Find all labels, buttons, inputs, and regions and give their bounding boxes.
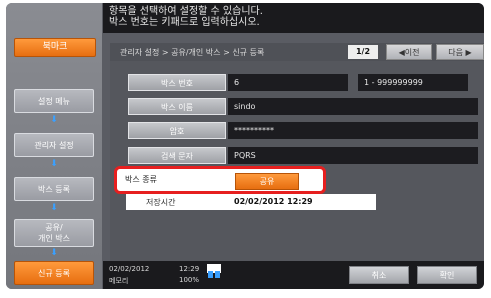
search-text-field[interactable]: PQRS (228, 147, 478, 164)
search-text-row: 검색 문자 PQRS (128, 147, 478, 164)
sidebar-item-admin-settings[interactable]: 관리자 설정 (14, 133, 94, 157)
status-bar: 02/02/2012 메모리 12:29 100% 취소 확인 (103, 261, 484, 289)
down-arrow-icon: ⬇ (50, 248, 58, 258)
search-text-button[interactable]: 검색 문자 (128, 147, 226, 164)
box-name-row: 박스 이름 sindo (128, 98, 478, 115)
box-number-row: 박스 번호 6 1 - 999999999 (128, 74, 468, 91)
memory-value: 100% (179, 276, 200, 284)
down-arrow-icon: ⬇ (50, 159, 58, 169)
sidebar-item-label: 설정 메뉴 (38, 96, 70, 106)
down-arrow-icon: ⬇ (50, 115, 58, 125)
network-icon (207, 264, 221, 278)
ok-button[interactable]: 확인 (417, 266, 477, 284)
breadcrumb-bar: 관리자 설정 > 공유/개인 박스 > 신규 등록 1/2 ◀이전 다음 ▶ (110, 43, 484, 62)
next-page-button[interactable]: 다음 ▶ (436, 44, 484, 60)
box-number-range: 1 - 999999999 (358, 74, 468, 91)
down-arrow-icon: ⬇ (50, 203, 58, 213)
box-type-label: 박스 종류 (125, 175, 157, 184)
status-date: 02/02/2012 (109, 265, 150, 273)
sidebar-item-shared-personal-box[interactable]: 공유/ 개인 박스 (14, 219, 94, 247)
sidebar-item-label: 공유/ 개인 박스 (38, 223, 70, 243)
sidebar-item-label: 박스 등록 (38, 184, 70, 194)
box-name-field[interactable]: sindo (228, 98, 478, 115)
instruction-line-2: 박스 번호는 키패드로 입력하십시오. (109, 17, 260, 28)
password-button[interactable]: 암호 (128, 122, 226, 139)
sidebar-item-new-registration[interactable]: 신규 등록 (14, 261, 94, 285)
password-field[interactable]: ********** (228, 122, 478, 139)
save-time-row: 저장시간 02/02/2012 12:29 (126, 194, 376, 210)
box-number-field[interactable]: 6 (228, 74, 348, 91)
save-time-value: 02/02/2012 12:29 (234, 197, 313, 206)
box-type-button[interactable]: 공유 (235, 173, 299, 190)
box-type-row: 박스 종류 공유 (114, 166, 326, 194)
cancel-button[interactable]: 취소 (349, 266, 409, 284)
prev-page-button[interactable]: ◀이전 (386, 44, 432, 60)
box-number-button[interactable]: 박스 번호 (128, 74, 226, 91)
bookmark-button[interactable]: 북마크 (14, 38, 96, 57)
sidebar-item-settings-menu[interactable]: 설정 메뉴 (14, 89, 94, 113)
control-panel: 북마크 설정 메뉴 ⬇ 관리자 설정 ⬇ 박스 등록 ⬇ 공유/ 개인 박스 ⬇… (6, 3, 484, 289)
password-row: 암호 ********** (128, 122, 478, 139)
sidebar-item-box-registration[interactable]: 박스 등록 (14, 177, 94, 201)
breadcrumb: 관리자 설정 > 공유/개인 박스 > 신규 등록 (120, 48, 265, 57)
form-area: 박스 번호 6 1 - 999999999 박스 이름 sindo 암호 ***… (110, 61, 484, 261)
save-time-label: 저장시간 (146, 198, 176, 207)
box-name-button[interactable]: 박스 이름 (128, 98, 226, 115)
instruction-message: 항목을 선택하여 설정할 수 있습니다. 박스 번호는 키패드로 입력하십시오. (103, 3, 484, 33)
instruction-line-1: 항목을 선택하여 설정할 수 있습니다. (109, 6, 263, 17)
screen: 북마크 설정 메뉴 ⬇ 관리자 설정 ⬇ 박스 등록 ⬇ 공유/ 개인 박스 ⬇… (0, 0, 491, 298)
status-time: 12:29 (179, 265, 200, 273)
sidebar-item-label: 관리자 설정 (34, 140, 74, 150)
page-indicator: 1/2 (348, 45, 378, 59)
sidebar: 북마크 설정 메뉴 ⬇ 관리자 설정 ⬇ 박스 등록 ⬇ 공유/ 개인 박스 ⬇… (6, 3, 102, 289)
sidebar-item-label: 신규 등록 (38, 268, 70, 278)
memory-label: 메모리 (109, 277, 129, 285)
